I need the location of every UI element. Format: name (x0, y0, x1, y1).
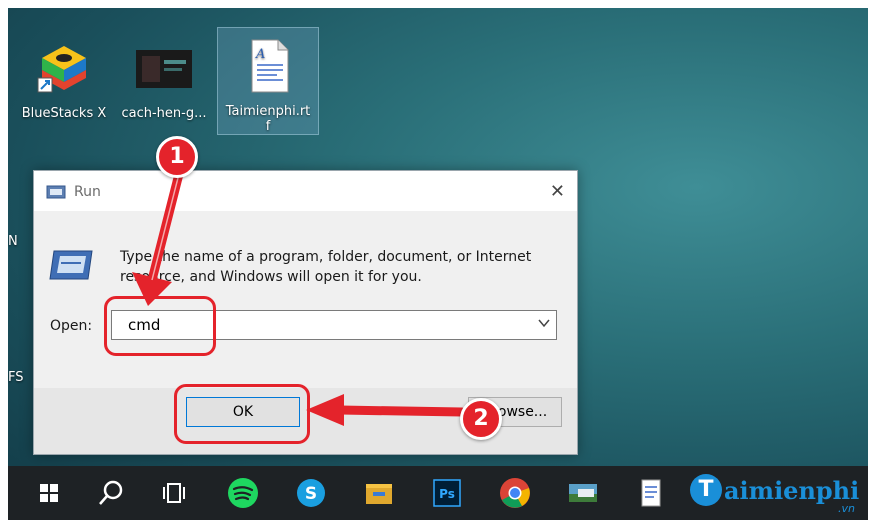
annotation-arrows (132, 165, 467, 426)
task-view-icon[interactable] (158, 476, 192, 510)
step-2-badge: 2 (460, 398, 502, 440)
photoshop-icon[interactable]: Ps (430, 476, 464, 510)
arrow-down-icon (132, 165, 185, 306)
document-icon[interactable] (634, 476, 668, 510)
step-1-badge: 1 (156, 136, 198, 178)
search-icon[interactable] (94, 476, 128, 510)
windows-start-icon[interactable] (32, 476, 66, 510)
svg-text:S: S (305, 484, 317, 504)
file-explorer-icon[interactable] (362, 476, 396, 510)
watermark-logo-icon: T (690, 474, 722, 506)
photoshop-icon-text: Ps (439, 487, 455, 501)
ftp-icon[interactable] (566, 476, 600, 510)
skype-icon[interactable]: S (294, 476, 328, 510)
watermark-text: aimienphi (724, 476, 860, 505)
chrome-icon[interactable] (498, 476, 532, 510)
watermark-suffix: .vn (838, 502, 855, 515)
arrow-left-icon (306, 394, 467, 426)
spotify-icon[interactable] (226, 476, 260, 510)
